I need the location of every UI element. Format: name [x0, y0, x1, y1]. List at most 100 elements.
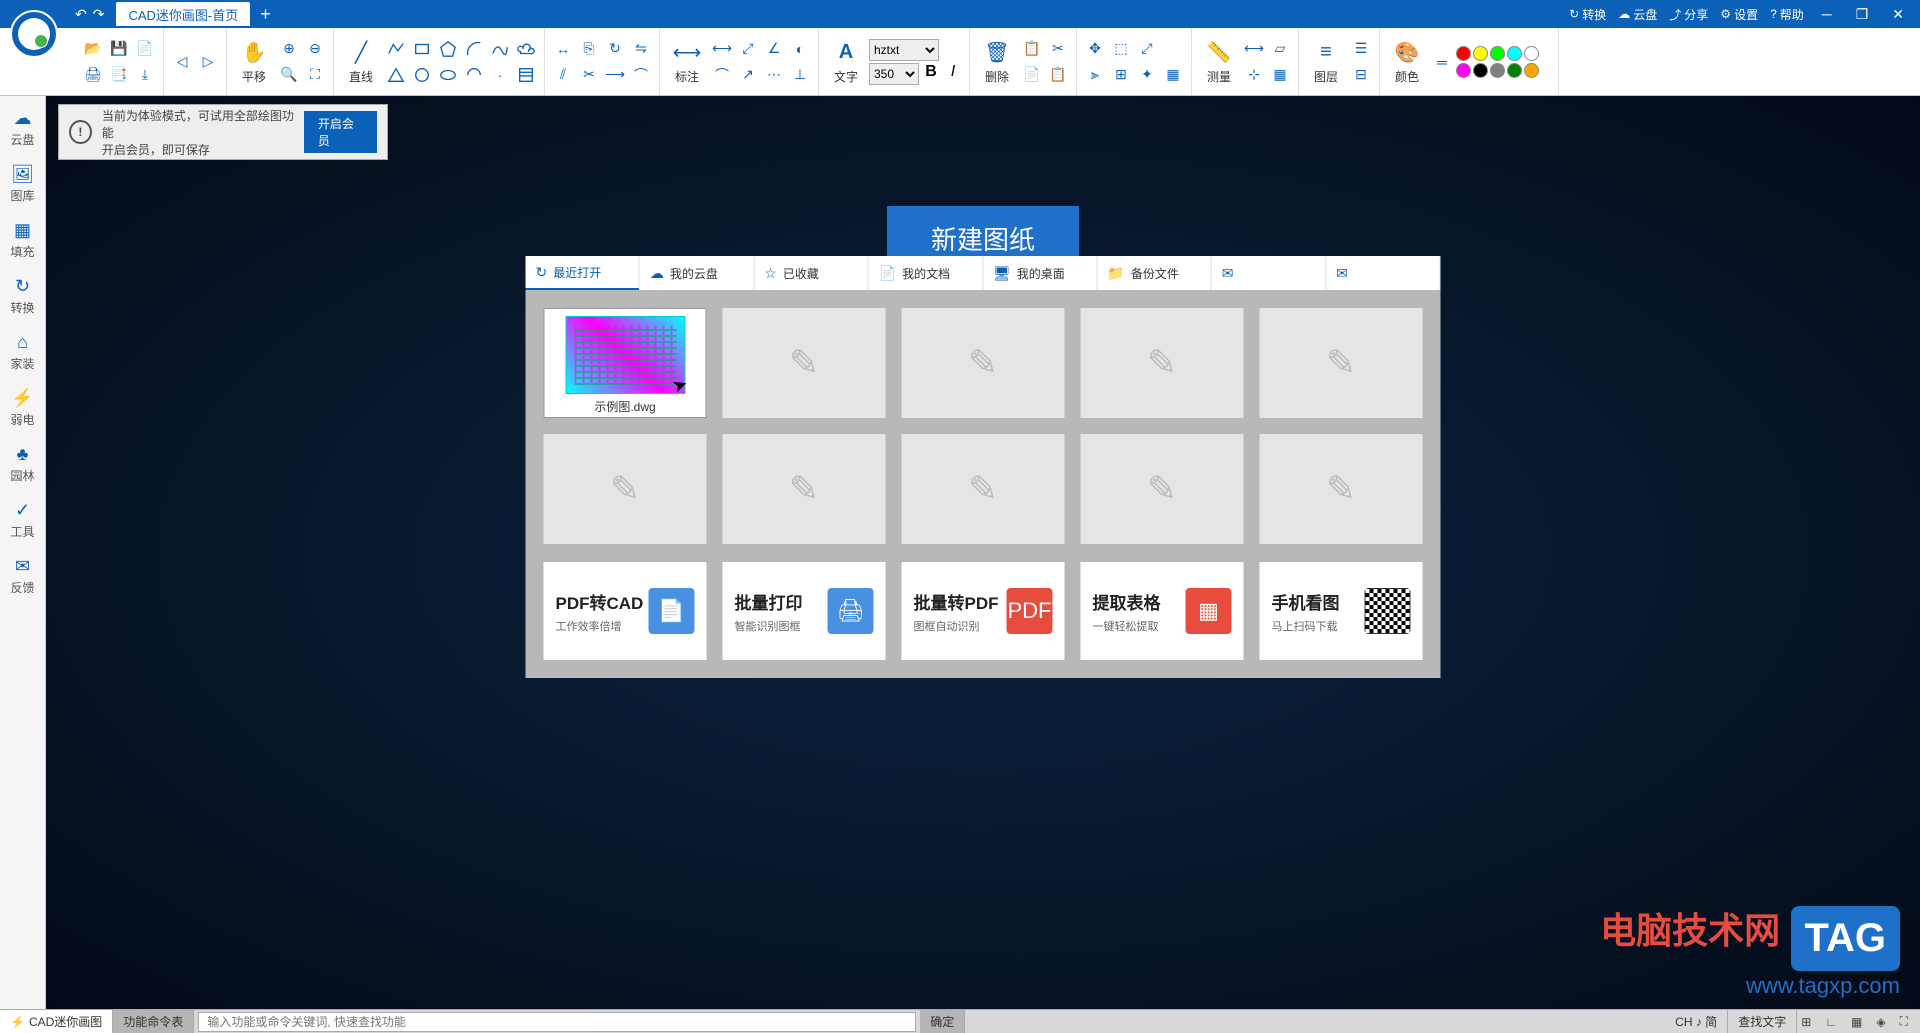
- polygon-icon[interactable]: [436, 37, 460, 61]
- upgrade-button[interactable]: 开启会员: [304, 111, 377, 153]
- feature-card[interactable]: 手机看图马上扫码下载: [1260, 562, 1423, 660]
- circle-icon[interactable]: [410, 63, 434, 87]
- sidebar-item-弱电[interactable]: ⚡弱电: [0, 384, 45, 432]
- dim-align-icon[interactable]: ⤢: [736, 37, 760, 61]
- copy-icon[interactable]: ⎘: [577, 37, 601, 61]
- scale-icon[interactable]: ⤢: [1135, 37, 1159, 61]
- panel-tab[interactable]: ✉: [1326, 256, 1440, 290]
- stretch-icon[interactable]: ⬚: [1109, 37, 1133, 61]
- copy2-icon[interactable]: 📋: [1020, 37, 1044, 61]
- status-app[interactable]: ⚡CAD迷你画图: [0, 1010, 113, 1033]
- feature-card[interactable]: PDF转CAD工作效率倍增📄: [544, 562, 707, 660]
- zoom-out-icon[interactable]: ⊖: [303, 37, 327, 61]
- dim-radius-icon[interactable]: ◐: [788, 37, 812, 61]
- status-cmdlist[interactable]: 功能命令表: [113, 1010, 194, 1033]
- dim-leader-icon[interactable]: ↗: [736, 63, 760, 87]
- font-select[interactable]: hztxt: [869, 39, 939, 61]
- print-icon[interactable]: 🖨: [81, 63, 105, 87]
- file-slot[interactable]: 示例图.dwg➤: [544, 308, 707, 418]
- maximize-button[interactable]: ❐: [1850, 4, 1875, 25]
- arc-icon[interactable]: [462, 37, 486, 61]
- zoom-in-icon[interactable]: ⊕: [277, 37, 301, 61]
- table-icon[interactable]: ▦: [1268, 63, 1292, 87]
- panel-tab[interactable]: ↻最近打开: [526, 256, 640, 290]
- sidebar-item-反馈[interactable]: ✉反馈: [0, 552, 45, 600]
- color-button[interactable]: 🎨 颜色: [1386, 38, 1428, 85]
- grid-icon[interactable]: ▦: [1847, 1013, 1866, 1031]
- sidebar-item-工具[interactable]: ✓工具: [0, 496, 45, 544]
- color-swatch[interactable]: [1490, 63, 1505, 78]
- tab-add-button[interactable]: +: [260, 4, 271, 25]
- feature-card[interactable]: 批量转PDF图框自动识别PDF: [902, 562, 1065, 660]
- share-button[interactable]: ⤴分享: [1669, 6, 1708, 23]
- color-swatch[interactable]: [1524, 63, 1539, 78]
- linetype-icon[interactable]: ═: [1430, 50, 1454, 74]
- file-slot[interactable]: ✎: [544, 434, 707, 544]
- file-slot[interactable]: ✎: [723, 308, 886, 418]
- cloud-icon[interactable]: [514, 37, 538, 61]
- panel-tab[interactable]: 🖥我的桌面: [983, 256, 1097, 290]
- fillet-icon[interactable]: ⌒: [629, 63, 653, 87]
- back-icon[interactable]: ◁: [170, 50, 194, 74]
- fullscreen-icon[interactable]: ⛶: [1896, 1012, 1912, 1031]
- color-swatch[interactable]: [1473, 63, 1488, 78]
- undo-icon[interactable]: ↶: [75, 6, 87, 23]
- color-swatch[interactable]: [1456, 63, 1471, 78]
- rect-icon[interactable]: [410, 37, 434, 61]
- dim-arc-icon[interactable]: ⌒: [710, 63, 734, 87]
- feature-card[interactable]: 提取表格一键轻松提取▦: [1081, 562, 1244, 660]
- file-slot[interactable]: ✎: [1081, 308, 1244, 418]
- fontsize-select[interactable]: 350: [869, 63, 919, 85]
- sidebar-item-填充[interactable]: ▦填充: [0, 216, 45, 264]
- pan-button[interactable]: ✋ 平移: [233, 38, 275, 85]
- zoom-fit-icon[interactable]: ⛶: [303, 63, 327, 87]
- color-swatch[interactable]: [1456, 46, 1471, 61]
- color-swatch[interactable]: [1507, 63, 1522, 78]
- area-icon[interactable]: ▱: [1268, 37, 1292, 61]
- convert-button[interactable]: ↻转换: [1569, 6, 1606, 23]
- feature-card[interactable]: 批量打印智能识别图框🖨: [723, 562, 886, 660]
- paste2-icon[interactable]: 📋: [1046, 63, 1070, 87]
- move-icon[interactable]: ↔: [551, 37, 575, 61]
- panel-tab[interactable]: ☆已收藏: [754, 256, 868, 290]
- minimize-button[interactable]: ─: [1816, 4, 1838, 24]
- polyline-icon[interactable]: [384, 37, 408, 61]
- array-icon[interactable]: ⊞: [1109, 63, 1133, 87]
- layer-button[interactable]: ≡ 图层: [1305, 38, 1347, 85]
- close-button[interactable]: ✕: [1886, 4, 1910, 25]
- rotate-icon[interactable]: ↻: [603, 37, 627, 61]
- file-slot[interactable]: ✎: [902, 308, 1065, 418]
- sidebar-item-转换[interactable]: ↻转换: [0, 272, 45, 320]
- ime-status[interactable]: CH ♪ 简: [1665, 1010, 1728, 1033]
- color-swatch[interactable]: [1507, 46, 1522, 61]
- redo-icon[interactable]: ↷: [93, 6, 105, 23]
- file-slot[interactable]: ✎: [1081, 434, 1244, 544]
- measure-button[interactable]: 📏 测量: [1198, 38, 1240, 85]
- search-text[interactable]: 查找文字: [1728, 1010, 1797, 1033]
- file-slot[interactable]: ✎: [723, 434, 886, 544]
- snap-icon[interactable]: ⊞: [1797, 1013, 1815, 1031]
- sidebar-item-家装[interactable]: ⌂家装: [0, 328, 45, 376]
- canvas-area[interactable]: ! 当前为体验模式，可试用全部绘图功能 开启会员，即可保存 开启会员 新建图纸 …: [46, 96, 1920, 1009]
- tab-home[interactable]: CAD迷你画图-首页: [116, 2, 250, 26]
- file-slot[interactable]: ✎: [902, 434, 1065, 544]
- panel-tab[interactable]: 📄我的文档: [869, 256, 983, 290]
- dim-ord-icon[interactable]: ⊥: [788, 63, 812, 87]
- text-button[interactable]: A 文字: [825, 38, 867, 85]
- panel-tab[interactable]: 📁备份文件: [1097, 256, 1211, 290]
- delete-button[interactable]: 🗑 删除: [976, 38, 1018, 85]
- explode-icon[interactable]: ✦: [1135, 63, 1159, 87]
- arc2-icon[interactable]: [462, 63, 486, 87]
- mirror-icon[interactable]: ⇋: [629, 37, 653, 61]
- open-icon[interactable]: 📂: [81, 37, 105, 61]
- layer-list-icon[interactable]: ☰: [1349, 37, 1373, 61]
- block-icon[interactable]: ▦: [1161, 63, 1185, 87]
- forward-icon[interactable]: ▷: [196, 50, 220, 74]
- osnap-icon[interactable]: ◈: [1872, 1013, 1889, 1031]
- export-icon[interactable]: ⤓: [133, 63, 157, 87]
- zoom-window-icon[interactable]: 🔍: [277, 63, 301, 87]
- new-icon[interactable]: 📄: [133, 37, 157, 61]
- coord-icon[interactable]: ⊹: [1242, 63, 1266, 87]
- user-avatar[interactable]: [10, 10, 58, 58]
- help-button[interactable]: ?帮助: [1770, 6, 1804, 23]
